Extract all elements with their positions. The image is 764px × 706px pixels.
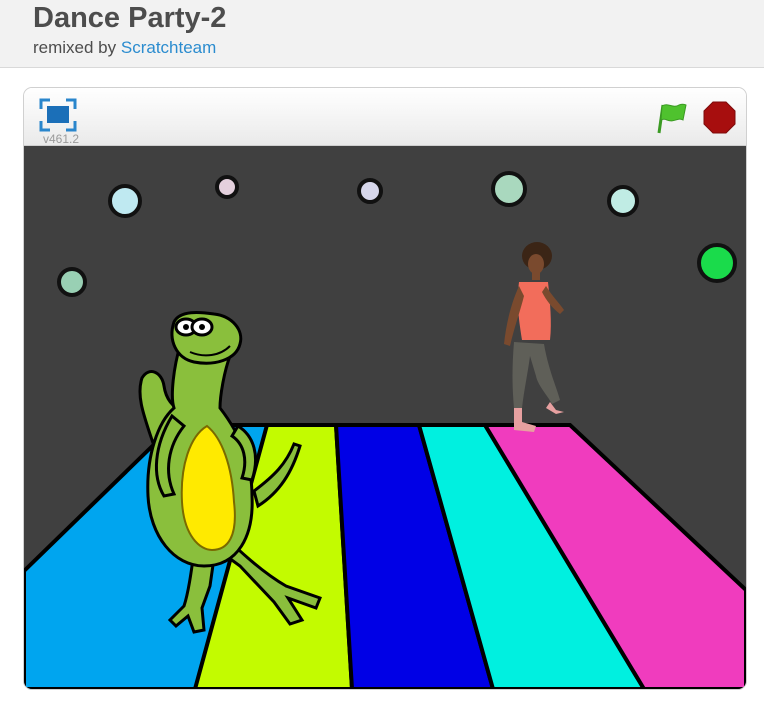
player-controls: v461.2	[24, 88, 746, 146]
project-header: Dance Party-2 remixed by Scratchteam	[0, 0, 764, 68]
project-title: Dance Party-2	[33, 2, 227, 34]
remixed-by-label: remixed by	[33, 38, 117, 57]
fullscreen-icon[interactable]	[39, 98, 77, 132]
disco-light	[491, 171, 527, 207]
disco-light	[108, 184, 142, 218]
version-label: v461.2	[43, 132, 80, 146]
disco-light	[215, 175, 239, 199]
stage[interactable]	[24, 146, 746, 689]
disco-light	[697, 243, 737, 283]
disco-light	[607, 185, 639, 217]
remix-byline: remixed by Scratchteam	[33, 38, 216, 58]
disco-light	[357, 178, 383, 204]
stop-icon[interactable]	[703, 101, 736, 134]
green-flag-icon[interactable]	[654, 101, 688, 135]
disco-light	[57, 267, 87, 297]
author-link[interactable]: Scratchteam	[121, 38, 216, 57]
project-player: v461.2	[23, 87, 747, 690]
